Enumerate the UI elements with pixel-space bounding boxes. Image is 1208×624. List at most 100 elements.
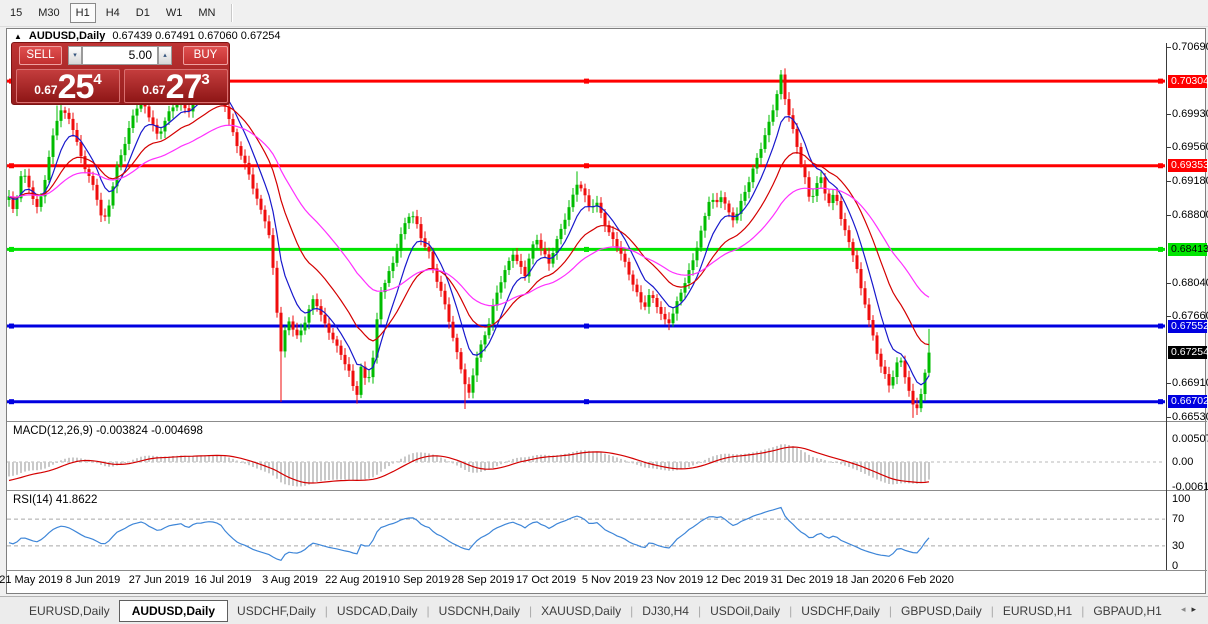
macd-axis-label: 0.005076 bbox=[1172, 433, 1208, 445]
candlesticks bbox=[7, 68, 931, 418]
chart-titlebar: ▲ AUDUSD,Daily 0.67439 0.67491 0.67060 0… bbox=[7, 29, 1205, 43]
tab-eurusd-daily[interactable]: EURUSD,Daily bbox=[20, 600, 119, 622]
y-axis-label: 0.68040 bbox=[1172, 277, 1208, 289]
rsi-indicator-chart bbox=[7, 506, 1165, 562]
sell-price-big: 25 bbox=[57, 68, 95, 106]
line-handle[interactable] bbox=[9, 323, 14, 329]
date-axis-label: 31 Dec 2019 bbox=[770, 574, 834, 586]
y-axis-tickmark bbox=[1167, 283, 1171, 284]
panel-splitter bbox=[7, 570, 1207, 571]
sell-price-display[interactable]: 0.67 25 4 bbox=[16, 68, 120, 106]
buy-price-big: 27 bbox=[165, 68, 203, 106]
panel-splitter[interactable] bbox=[7, 421, 1207, 422]
one-click-trading-widget: SELL ▾ 5.00 ▴ BUY 0.67 25 4 0.67 27 3 bbox=[11, 42, 230, 105]
date-axis-label: 17 Oct 2019 bbox=[516, 574, 576, 586]
line-handle[interactable] bbox=[584, 78, 589, 84]
panel-splitter[interactable] bbox=[7, 490, 1207, 491]
volume-input[interactable]: 5.00 bbox=[82, 46, 158, 65]
price-line-label: 0.68413 bbox=[1168, 243, 1208, 256]
y-axis-label: 0.66530 bbox=[1172, 411, 1208, 423]
chart-ohlc-values: 0.67439 0.67491 0.67060 0.67254 bbox=[112, 30, 281, 42]
tab-usdchf-daily[interactable]: USDCHF,Daily bbox=[792, 600, 889, 622]
y-axis-tickmark bbox=[1167, 147, 1171, 148]
buy-button[interactable]: BUY bbox=[183, 46, 228, 65]
y-axis-tickmark bbox=[1167, 383, 1171, 384]
timeframe-button-h1[interactable]: H1 bbox=[69, 3, 96, 23]
date-axis-label: 8 Jun 2019 bbox=[65, 574, 121, 586]
line-handle[interactable] bbox=[1158, 323, 1163, 329]
line-handle[interactable] bbox=[1158, 399, 1163, 405]
tab-usdoil-daily[interactable]: USDOil,Daily bbox=[701, 600, 789, 622]
y-axis-tickmark bbox=[1167, 47, 1171, 48]
line-handle[interactable] bbox=[584, 323, 589, 329]
tab-eurusd-h1[interactable]: EURUSD,H1 bbox=[994, 600, 1081, 622]
y-axis-tickmark bbox=[1167, 215, 1171, 216]
volume-increase-button[interactable]: ▴ bbox=[158, 46, 172, 65]
collapse-chart-icon[interactable]: ▲ bbox=[14, 32, 22, 41]
moving-average-42 bbox=[8, 124, 930, 307]
y-axis-tickmark bbox=[1167, 181, 1171, 182]
tab-xauusd-daily[interactable]: XAUUSD,Daily bbox=[532, 600, 630, 622]
moving-average-20 bbox=[8, 105, 930, 346]
chart-tab-bar: EURUSD,Daily AUDUSD,Daily USDCHF,Daily | USD… bbox=[0, 596, 1208, 624]
date-axis-label: 5 Nov 2019 bbox=[581, 574, 639, 586]
line-handle[interactable] bbox=[1158, 78, 1163, 84]
rsi-label: RSI(14) 41.8622 bbox=[13, 494, 98, 506]
tab-usdcad-daily[interactable]: USDCAD,Daily bbox=[328, 600, 427, 622]
rsi-axis-label: 30 bbox=[1172, 540, 1185, 552]
tab-usdchf-daily[interactable]: USDCHF,Daily bbox=[228, 600, 325, 622]
sell-price-sup: 4 bbox=[93, 71, 102, 88]
buy-price-prefix: 0.67 bbox=[142, 83, 166, 97]
line-handle[interactable] bbox=[1158, 163, 1163, 169]
tab-gbpaud-h1[interactable]: GBPAUD,H1 bbox=[1084, 600, 1170, 622]
price-line-label: 0.69353 bbox=[1168, 159, 1208, 172]
tab-gbpusd-daily[interactable]: GBPUSD,Daily bbox=[892, 600, 991, 622]
y-axis-label: 0.69560 bbox=[1172, 141, 1208, 153]
current-price-label: 0.67254 bbox=[1168, 346, 1208, 359]
y-axis-label: 0.69180 bbox=[1172, 175, 1208, 187]
tab-usdcnh-daily[interactable]: USDCNH,Daily bbox=[430, 600, 529, 622]
buy-price-display[interactable]: 0.67 27 3 bbox=[124, 68, 228, 106]
timeframe-button-m30[interactable]: M30 bbox=[32, 3, 65, 23]
timeframe-button-15[interactable]: 15 bbox=[4, 3, 28, 23]
timeframe-toolbar: 15 M30 H1 H4 D1 W1 MN bbox=[0, 0, 1208, 27]
price-axis-border bbox=[1166, 43, 1167, 570]
rsi-line bbox=[8, 506, 930, 562]
date-axis-label: 10 Sep 2019 bbox=[387, 574, 451, 586]
macd-signal-line bbox=[8, 446, 930, 484]
date-axis-label: 16 Jul 2019 bbox=[194, 574, 252, 586]
timeframe-button-w1[interactable]: W1 bbox=[160, 3, 189, 23]
macd-axis-label: -0.00614 bbox=[1172, 481, 1208, 493]
timeframe-button-h4[interactable]: H4 bbox=[100, 3, 126, 23]
date-axis-label: 22 Aug 2019 bbox=[325, 574, 387, 586]
sell-button[interactable]: SELL bbox=[19, 46, 62, 65]
tab-scroll-left-icon[interactable]: ◂ bbox=[1181, 604, 1192, 614]
chart-symbol-title: AUDUSD,Daily bbox=[28, 30, 106, 42]
chart-window: ▲ AUDUSD,Daily 0.67439 0.67491 0.67060 0… bbox=[0, 28, 1208, 594]
line-handle[interactable] bbox=[1158, 246, 1163, 252]
moving-average-8 bbox=[8, 92, 930, 386]
line-handle[interactable] bbox=[584, 399, 589, 405]
tab-audusd-daily[interactable]: AUDUSD,Daily bbox=[118, 599, 229, 622]
tab-scroll-right-icon[interactable]: ▸ bbox=[1191, 604, 1202, 614]
line-handle[interactable] bbox=[584, 246, 589, 252]
date-axis-label: 28 Sep 2019 bbox=[451, 574, 515, 586]
tab-dj30-h4[interactable]: DJ30,H4 bbox=[633, 600, 698, 622]
line-handle[interactable] bbox=[9, 399, 14, 405]
rsi-axis-label: 0 bbox=[1172, 560, 1179, 572]
line-handle[interactable] bbox=[9, 163, 14, 169]
line-handle[interactable] bbox=[584, 163, 589, 169]
macd-label: MACD(12,26,9) -0.003824 -0.004698 bbox=[13, 425, 203, 437]
y-axis-tickmark bbox=[1167, 114, 1171, 115]
timeframe-button-mn[interactable]: MN bbox=[192, 3, 221, 23]
buy-price-sup: 3 bbox=[201, 71, 210, 88]
volume-decrease-button[interactable]: ▾ bbox=[68, 46, 82, 65]
line-handle[interactable] bbox=[9, 246, 14, 252]
price-line-label: 0.66702 bbox=[1168, 395, 1208, 408]
date-axis-label: 18 Jan 2020 bbox=[835, 574, 897, 586]
date-axis-label: 6 Feb 2020 bbox=[898, 574, 954, 586]
timeframe-button-d1[interactable]: D1 bbox=[130, 3, 156, 23]
y-axis-label: 0.69930 bbox=[1172, 108, 1208, 120]
y-axis-label: 0.70690 bbox=[1172, 41, 1208, 53]
sell-price-prefix: 0.67 bbox=[34, 83, 58, 97]
